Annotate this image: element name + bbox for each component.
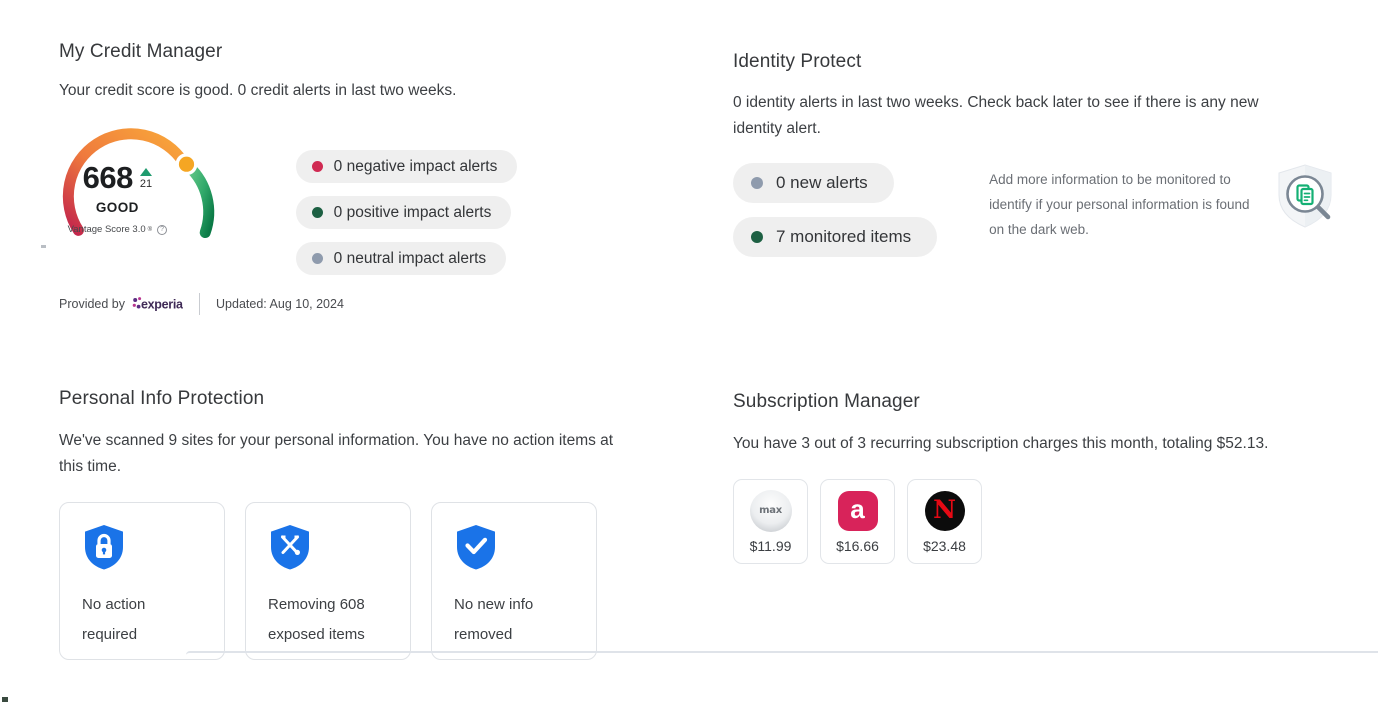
- registered-mark: ®: [147, 226, 153, 233]
- provided-by-label: Provided by: [59, 297, 126, 311]
- card-line-2: required: [82, 626, 138, 643]
- credit-score-gauge: 668 21 GOOD Vantage Score 3.0 ® ?: [59, 120, 215, 255]
- personal-info-card-text: No action required: [82, 590, 202, 650]
- page-bottom-edge: [186, 651, 1378, 655]
- alert-pill-label: 0 positive impact alerts: [333, 203, 492, 221]
- personal-info-protection-panel: Personal Info Protection We've scanned 9…: [59, 388, 699, 660]
- card-line-1: No new info: [454, 596, 534, 613]
- identity-pill-label: 7 monitored items: [776, 227, 912, 246]
- identity-pill-label: 0 new alerts: [776, 173, 868, 192]
- credit-manager-subtitle: Your credit score is good. 0 credit aler…: [59, 82, 457, 99]
- identity-protect-panel: Identity Protect 0 identity alerts in la…: [733, 51, 1333, 271]
- netflix-logo-icon: N: [924, 490, 966, 532]
- shield-magnifier-document-icon: [1274, 163, 1336, 234]
- personal-info-cards: No action required Removing 608 exposed …: [59, 502, 699, 660]
- identity-protect-subtitle: 0 identity alerts in last two weeks. Che…: [733, 94, 1259, 137]
- shield-check-icon: [454, 523, 574, 576]
- identity-note-block: Add more information to be monitored to …: [989, 163, 1336, 242]
- card-line-2: removed: [454, 626, 513, 643]
- new-alerts-dot-icon: [751, 177, 763, 189]
- card-line-1: No action: [82, 596, 146, 613]
- netflix-logo-text: N: [933, 495, 956, 524]
- personal-info-card-text: No new info removed: [454, 590, 574, 650]
- personal-info-card-no-action[interactable]: No action required: [59, 502, 225, 660]
- credit-alerts-list: 0 negative impact alerts 0 positive impa…: [295, 120, 699, 288]
- neutral-alert-dot-icon: [311, 253, 323, 264]
- subscription-manager-title: Subscription Manager: [733, 391, 920, 412]
- credit-score-value: 668: [82, 160, 134, 195]
- card-line-1: Removing 608: [268, 596, 365, 613]
- shield-lock-icon: [82, 523, 202, 576]
- subscription-manager-panel: Subscription Manager You have 3 out of 3…: [733, 391, 1333, 564]
- negative-alert-dot-icon: [311, 161, 323, 172]
- alert-pill-neutral[interactable]: 0 neutral impact alerts: [295, 242, 507, 275]
- positive-alert-dot-icon: [311, 207, 323, 218]
- personal-info-title: Personal Info Protection: [59, 388, 265, 409]
- credit-manager-panel: My Credit Manager Your credit score is g…: [59, 41, 699, 315]
- monitored-items-dot-icon: [751, 231, 763, 243]
- delta-value: 21: [139, 177, 153, 190]
- shield-tools-icon: [268, 523, 388, 576]
- dashboard-page: My Credit Manager Your credit score is g…: [0, 0, 1378, 704]
- identity-protect-title: Identity Protect: [733, 51, 862, 72]
- audible-logo-icon: a: [837, 490, 879, 532]
- scroll-corner-artifact: [2, 697, 8, 702]
- experian-logo-icon: experian: [132, 297, 183, 311]
- identity-pill-monitored-items[interactable]: 7 monitored items: [733, 217, 938, 257]
- gauge-center-readout: 668 21 GOOD Vantage Score 3.0 ® ?: [59, 162, 176, 235]
- subscription-card-max[interactable]: max $11.99: [733, 479, 808, 564]
- experian-logo: experian: [131, 296, 183, 312]
- card-line-2: exposed items: [268, 626, 365, 643]
- personal-info-subtitle: We've scanned 9 sites for your personal …: [59, 432, 614, 475]
- delta-up-triangle-icon: [139, 167, 152, 176]
- audible-logo-text: a: [850, 494, 865, 524]
- credit-score-rating: GOOD: [95, 200, 139, 215]
- credit-score-model: Vantage Score 3.0 ® ?: [59, 224, 176, 235]
- subscription-manager-subtitle: You have 3 out of 3 recurring subscripti…: [733, 435, 1269, 452]
- personal-info-card-no-new-info[interactable]: No new info removed: [431, 502, 597, 660]
- footer-divider: [199, 293, 201, 315]
- credit-manager-title: My Credit Manager: [59, 41, 223, 62]
- alert-pill-label: 0 negative impact alerts: [333, 157, 498, 175]
- alert-pill-label: 0 neutral impact alerts: [333, 249, 487, 267]
- subscription-card-audible[interactable]: a $16.66: [820, 479, 895, 564]
- identity-pills-list: 0 new alerts 7 monitored items: [733, 163, 938, 271]
- subscription-card-netflix[interactable]: N $23.48: [907, 479, 982, 564]
- personal-info-card-text: Removing 608 exposed items: [268, 590, 388, 650]
- gauge-knob: [178, 156, 195, 172]
- svg-text:experian: experian: [141, 297, 183, 311]
- credit-updated-date: Updated: Aug 10, 2024: [216, 297, 344, 311]
- render-artifact: [41, 245, 46, 248]
- personal-info-card-removing-items[interactable]: Removing 608 exposed items: [245, 502, 411, 660]
- subscription-amount: $16.66: [836, 537, 879, 554]
- identity-note-text: Add more information to be monitored to …: [989, 172, 1250, 237]
- info-circle-icon[interactable]: ?: [157, 224, 168, 235]
- alert-pill-negative[interactable]: 0 negative impact alerts: [295, 150, 518, 183]
- subscription-amount: $11.99: [749, 537, 792, 554]
- subscription-amount: $23.48: [923, 537, 966, 554]
- subscription-cards: max $11.99 a $16.66 N $23.48: [733, 479, 1333, 564]
- alert-pill-positive[interactable]: 0 positive impact alerts: [295, 196, 512, 229]
- identity-pill-new-alerts[interactable]: 0 new alerts: [733, 163, 894, 203]
- max-logo-icon: max: [749, 489, 792, 532]
- score-model-name: Vantage Score 3.0: [67, 224, 146, 235]
- max-logo-text: max: [759, 505, 782, 516]
- credit-footer: Provided by experian Updated: Aug 10, 20…: [59, 293, 699, 315]
- credit-score-delta: 21: [140, 166, 152, 190]
